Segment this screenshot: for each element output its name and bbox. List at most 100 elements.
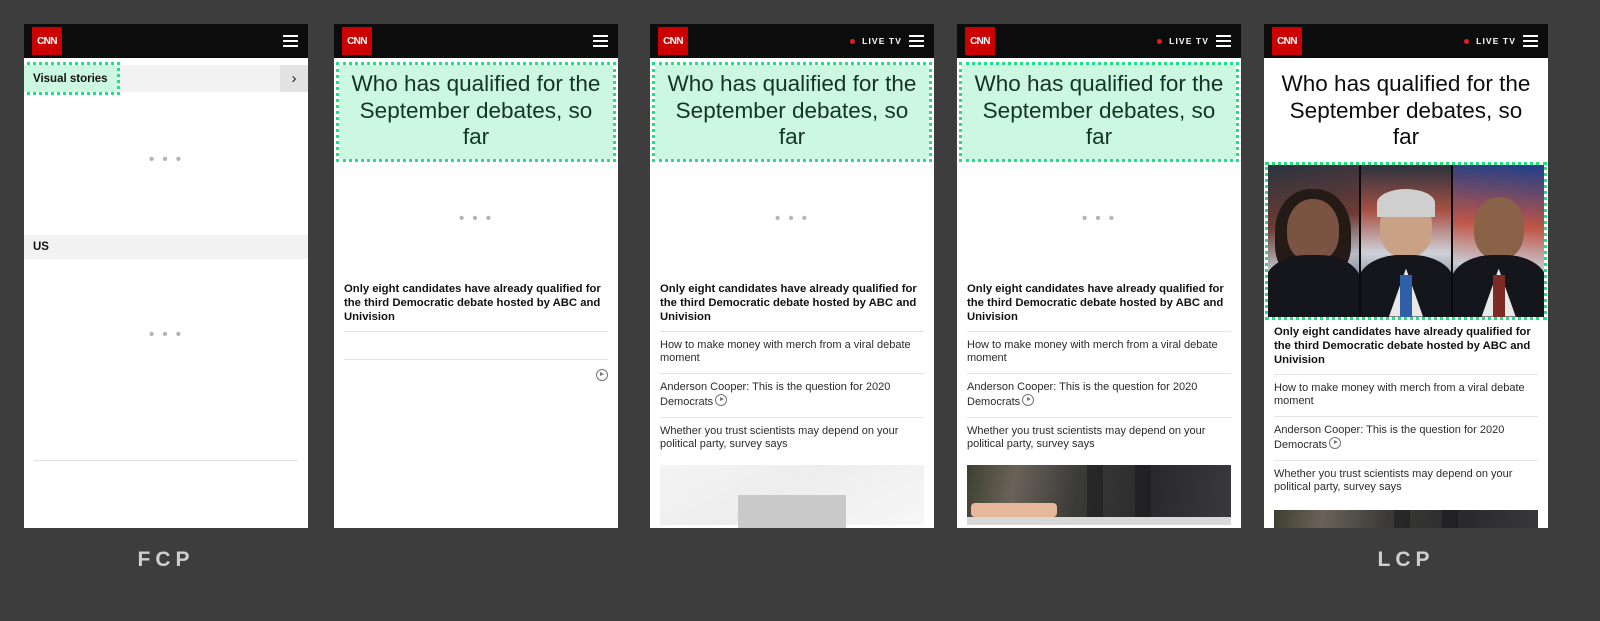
frame-1-body: Visual stories › • • • US • • • [24, 58, 308, 528]
hamburger-menu-icon[interactable] [1523, 32, 1538, 50]
loading-ellipsis: • • • [774, 209, 810, 227]
hamburger-menu-icon[interactable] [909, 32, 924, 50]
cnn-logo-text: CNN [663, 35, 683, 47]
visual-stories-label: Visual stories [33, 72, 108, 85]
visual-stories-track [117, 65, 280, 92]
list-item[interactable]: Anderson Cooper: This is the question fo… [1274, 415, 1538, 460]
section-label-us: US [33, 241, 49, 253]
cnn-logo-text: CNN [970, 35, 990, 47]
related-links-list: How to make money with merch from a vira… [967, 330, 1231, 459]
hero-panel-candidate-1 [1268, 164, 1361, 317]
hamburger-menu-icon[interactable] [283, 32, 298, 50]
list-item[interactable] [344, 330, 608, 359]
media-placeholder-box [738, 494, 846, 528]
cnn-logo[interactable]: CNN [658, 27, 688, 55]
related-links-list: How to make money with merch from a vira… [660, 330, 924, 459]
list-item[interactable]: How to make money with merch from a vira… [1274, 373, 1538, 416]
article-summary-block: Only eight candidates have already quali… [334, 274, 618, 387]
hero-panel-candidate-2 [1360, 164, 1454, 317]
hero-image-panels [1268, 164, 1544, 317]
cnn-logo-text: CNN [1277, 35, 1297, 47]
header-actions: LIVE TV [850, 32, 924, 50]
cnn-logo-text: CNN [37, 35, 57, 47]
list-item[interactable]: Anderson Cooper: This is the question fo… [967, 372, 1231, 417]
play-icon [1329, 437, 1342, 449]
cnn-logo[interactable]: CNN [965, 27, 995, 55]
bottom-media-image[interactable] [1274, 509, 1538, 528]
visual-stories-strip[interactable]: Visual stories › [24, 62, 308, 95]
image-detail [1268, 254, 1359, 317]
cnn-header-bar: CNN LIVE TV [957, 24, 1241, 58]
play-icon [1022, 394, 1035, 406]
cnn-header-bar: CNN LIVE TV [1264, 24, 1548, 58]
play-icon [596, 368, 608, 381]
article-subheadline[interactable]: Only eight candidates have already quali… [967, 282, 1231, 324]
cnn-logo[interactable]: CNN [1272, 27, 1302, 55]
list-item[interactable]: Whether you trust scientists may depend … [660, 416, 924, 459]
frame-3-body: Who has qualified for the September deba… [650, 58, 934, 528]
frame-5-body: Who has qualified for the September deba… [1264, 58, 1548, 528]
loading-ellipsis-top: • • • [148, 151, 184, 168]
bottom-media-image[interactable] [967, 464, 1231, 525]
list-item[interactable]: How to make money with merch from a vira… [660, 330, 924, 373]
cnn-logo-text: CNN [347, 35, 367, 47]
hero-image[interactable] [1265, 161, 1547, 320]
image-detail [1492, 274, 1505, 317]
list-item-label: Anderson Cooper: This is the question fo… [967, 380, 1198, 409]
list-item[interactable]: Whether you trust scientists may depend … [1274, 459, 1538, 502]
image-detail [1442, 509, 1458, 528]
live-indicator-dot [1157, 38, 1163, 44]
image-detail [1287, 198, 1340, 261]
cnn-header-bar: CNN LIVE TV [650, 24, 934, 58]
list-item[interactable]: How to make money with merch from a vira… [967, 330, 1231, 373]
chevron-right-icon[interactable]: › [280, 65, 308, 92]
loading-ellipsis: • • • [1081, 209, 1117, 227]
live-tv-label[interactable]: LIVE TV [1476, 36, 1516, 46]
header-actions [283, 32, 298, 50]
frame-4-body: Who has qualified for the September deba… [957, 58, 1241, 528]
live-tv-label[interactable]: LIVE TV [1169, 36, 1209, 46]
article-summary-block: Only eight candidates have already quali… [957, 274, 1241, 459]
hero-panel-candidate-3 [1453, 164, 1544, 317]
list-item-label: Anderson Cooper: This is the question fo… [660, 380, 891, 409]
image-detail [1400, 274, 1412, 317]
visual-stories-highlight[interactable]: Visual stories [24, 62, 120, 95]
article-subheadline[interactable]: Only eight candidates have already quali… [660, 282, 924, 324]
list-item[interactable]: Whether you trust scientists may depend … [967, 416, 1231, 459]
header-actions: LIVE TV [1157, 32, 1231, 50]
section-header-us[interactable]: US [24, 235, 308, 259]
cnn-logo[interactable]: CNN [32, 27, 62, 55]
article-headline[interactable]: Who has qualified for the September deba… [1269, 65, 1543, 159]
related-links-list [344, 330, 608, 387]
list-item-label: Anderson Cooper: This is the question fo… [1274, 423, 1505, 452]
hamburger-menu-icon[interactable] [1216, 32, 1231, 50]
filmstrip-frame-1: CNN Visual stories › • • • US • • • [24, 24, 308, 528]
hamburger-menu-icon[interactable] [593, 32, 608, 50]
article-headline[interactable]: Who has qualified for the September deba… [959, 62, 1239, 162]
list-item[interactable] [344, 358, 608, 387]
article-headline[interactable]: Who has qualified for the September deba… [336, 62, 616, 162]
image-detail [1377, 188, 1435, 217]
article-headline[interactable]: Who has qualified for the September deba… [652, 62, 932, 162]
image-detail [1087, 464, 1103, 525]
live-indicator-dot [1464, 38, 1470, 44]
caption-lcp: LCP [1377, 548, 1435, 571]
article-subheadline[interactable]: Only eight candidates have already quali… [1274, 325, 1538, 367]
article-summary-block: Only eight candidates have already quali… [1264, 317, 1548, 502]
performance-filmstrip: CNN Visual stories › • • • US • • • CNN … [0, 0, 1600, 621]
divider-line [34, 460, 298, 461]
article-summary-block: Only eight candidates have already quali… [650, 274, 934, 459]
cnn-logo[interactable]: CNN [342, 27, 372, 55]
header-actions [593, 32, 608, 50]
article-subheadline[interactable]: Only eight candidates have already quali… [344, 282, 608, 324]
loading-ellipsis: • • • [458, 209, 494, 227]
live-tv-label[interactable]: LIVE TV [862, 36, 902, 46]
filmstrip-frame-3: CNN LIVE TV Who has qualified for the Se… [650, 24, 934, 528]
related-links-list: How to make money with merch from a vira… [1274, 373, 1538, 502]
image-detail [1394, 509, 1410, 528]
image-detail [1473, 196, 1524, 259]
filmstrip-frame-5: CNN LIVE TV Who has qualified for the Se… [1264, 24, 1548, 528]
list-item[interactable]: Anderson Cooper: This is the question fo… [660, 372, 924, 417]
image-detail [1135, 464, 1151, 525]
image-detail [967, 516, 1231, 525]
